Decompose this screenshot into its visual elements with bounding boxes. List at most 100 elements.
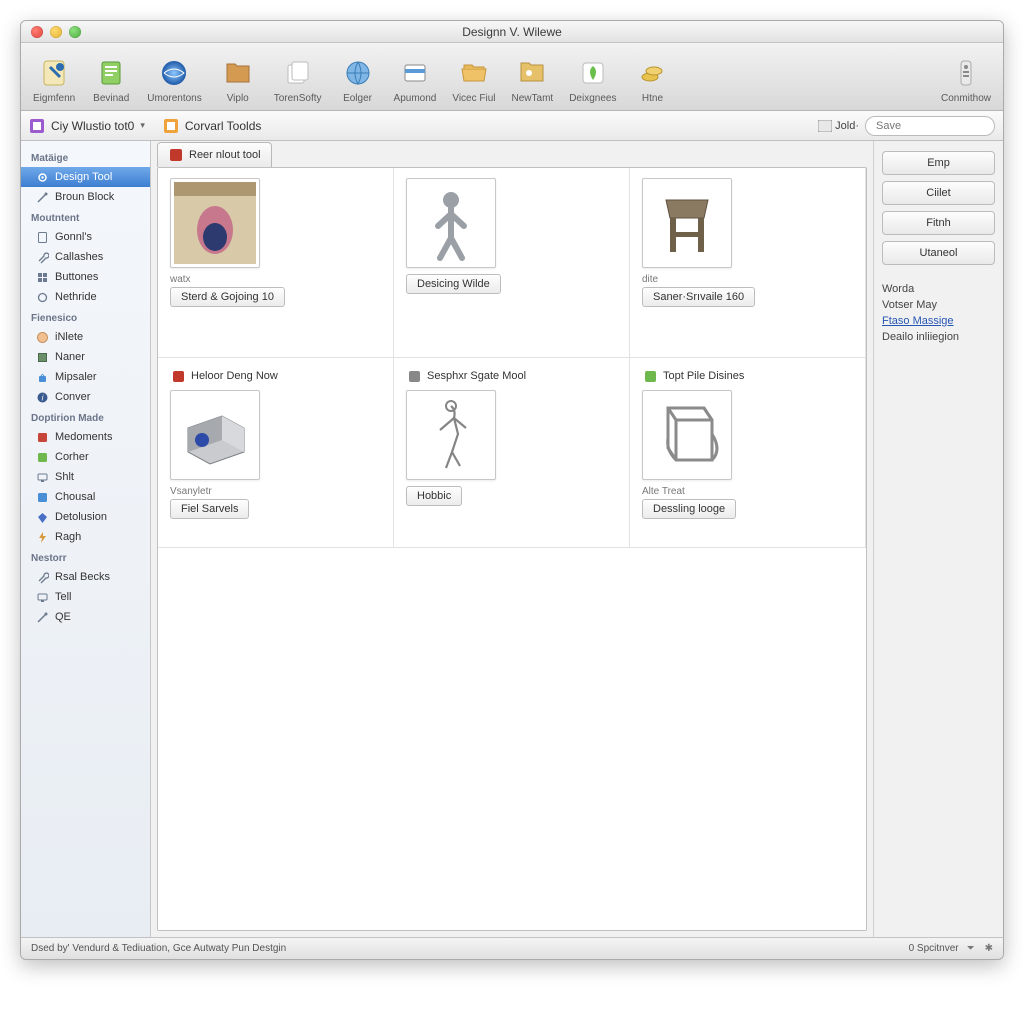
- bullet-icon: [642, 368, 658, 384]
- preset-icon: [29, 118, 45, 134]
- filter-icon[interactable]: ⏷: [967, 943, 975, 954]
- tools-icon: [163, 118, 179, 134]
- toolbar-eigmfenn[interactable]: Eigmfenn: [27, 53, 81, 108]
- pages-icon: [280, 55, 316, 91]
- toolbar-newtamt[interactable]: NewTamt: [506, 53, 560, 108]
- sidebar-item-medoments[interactable]: Medoments: [21, 427, 150, 447]
- tools-label[interactable]: Corvarl Toolds: [185, 119, 261, 133]
- app-window: Designn V. Wilewe EigmfennBevinadUmorent…: [20, 20, 1004, 960]
- sidebar-item-inlete[interactable]: iNlete: [21, 327, 150, 347]
- cog-icon: [35, 290, 49, 304]
- grid-cell: Desicing Wilde: [394, 168, 630, 358]
- grid-cell: watx Sterd & Gojoing 10: [158, 168, 394, 358]
- sidebar: MatäigeDesign ToolBroun BlockMoutntentGo…: [21, 141, 151, 937]
- toolbar-conmithow[interactable]: Conmithow: [935, 53, 997, 108]
- settings-icon[interactable]: ✱: [985, 943, 993, 954]
- grid-cell: Sesphxr Sgate MoolHobbic: [394, 358, 630, 548]
- sidebar-item-buttones[interactable]: Buttones: [21, 267, 150, 287]
- toolbar-htne[interactable]: Htne: [626, 53, 678, 108]
- sidebar-item-tell[interactable]: Tell: [21, 587, 150, 607]
- toolbar-apumond[interactable]: Apumond: [388, 53, 443, 108]
- chevron-down-icon[interactable]: ▾: [140, 120, 145, 131]
- sidebar-item-label: Nethride: [55, 291, 97, 303]
- coins-icon: [634, 55, 670, 91]
- cell-action-button[interactable]: Dessling looge: [642, 499, 736, 519]
- sidebar-item-naner[interactable]: Naner: [21, 347, 150, 367]
- search-input[interactable]: [865, 116, 995, 136]
- sidebar-item-ragh[interactable]: Ragh: [21, 527, 150, 547]
- cell-action-button[interactable]: Fiel Sarvels: [170, 499, 249, 519]
- globe-blue-icon: [156, 55, 192, 91]
- zoom-window-button[interactable]: [69, 26, 81, 38]
- folder-img-icon: [514, 55, 550, 91]
- cell-action-button[interactable]: Sterd & Gojoing 10: [170, 287, 285, 307]
- toolbar-eolger[interactable]: Eolger: [332, 53, 384, 108]
- bullet-icon: [406, 368, 422, 384]
- screen-icon: [35, 470, 49, 484]
- bullet-icon: [170, 368, 186, 384]
- status-left: Dsed by' Vendurd & Tediuation, Gce Autwa…: [31, 943, 286, 954]
- sidebar-item-label: Naner: [55, 351, 85, 363]
- close-window-button[interactable]: [31, 26, 43, 38]
- thumbnail[interactable]: [406, 178, 496, 268]
- bolt-icon: [35, 530, 49, 544]
- sidebar-item-design-tool[interactable]: Design Tool: [21, 167, 150, 187]
- preset-label[interactable]: Ciy Wlustio tot0: [51, 119, 134, 133]
- sidebar-item-rsal-becks[interactable]: Rsal Becks: [21, 567, 150, 587]
- sidebar-item-label: Chousal: [55, 491, 95, 503]
- sidebar-item-chousal[interactable]: Chousal: [21, 487, 150, 507]
- grid-icon: [35, 270, 49, 284]
- cell-action-button[interactable]: Desicing Wilde: [406, 274, 501, 294]
- status-right: 0 Spcitnver: [909, 943, 959, 954]
- cell-action-button[interactable]: Hobbic: [406, 486, 462, 506]
- sidebar-item-label: Medoments: [55, 431, 112, 443]
- remote-icon: [948, 55, 984, 91]
- sidebar-item-broun-block[interactable]: Broun Block: [21, 187, 150, 207]
- toolbar-viplo[interactable]: Viplo: [212, 53, 264, 108]
- sidebar-item-mipsaler[interactable]: Mipsaler: [21, 367, 150, 387]
- cell-subtitle: dite: [642, 274, 853, 285]
- tab-icon: [168, 147, 184, 163]
- cell-action-button[interactable]: Saner·Srıvaile 160: [642, 287, 755, 307]
- card-icon: [397, 55, 433, 91]
- thumbnail[interactable]: [170, 390, 260, 480]
- toolbar-torensofty[interactable]: TorenSofty: [268, 53, 328, 108]
- sidebar-item-detolusion[interactable]: Detolusion: [21, 507, 150, 527]
- right-info: WordaVotser MayFtaso MassigeDeailo inlii…: [882, 281, 995, 345]
- right-button-ciilet[interactable]: Ciilet: [882, 181, 995, 205]
- traffic-lights: [21, 26, 81, 38]
- content-grid: watx Sterd & Gojoing 10 Desicing Wilde dite…: [158, 168, 866, 548]
- toolbar-bevinad[interactable]: Bevinad: [85, 53, 137, 108]
- thumbnail[interactable]: [170, 178, 260, 268]
- info-icon: i: [35, 390, 49, 404]
- minimize-window-button[interactable]: [50, 26, 62, 38]
- sidebar-item-qe[interactable]: QE: [21, 607, 150, 627]
- sidebar-item-conver[interactable]: iConver: [21, 387, 150, 407]
- tab-reer-nlout-tool[interactable]: Reer nlout tool: [157, 142, 272, 167]
- titlebar: Designn V. Wilewe: [21, 21, 1003, 43]
- toolbar-umorentons[interactable]: Umorentons: [141, 53, 207, 108]
- gem-icon: [35, 510, 49, 524]
- sidebar-item-gonnls[interactable]: Gonnl's: [21, 227, 150, 247]
- cell-subtitle: watx: [170, 274, 381, 285]
- right-button-fitnh[interactable]: Fitnh: [882, 211, 995, 235]
- sidebar-item-corher[interactable]: Corher: [21, 447, 150, 467]
- sidebar-item-callashes[interactable]: Callashes: [21, 247, 150, 267]
- doc-icon: [35, 230, 49, 244]
- sidebar-item-nethride[interactable]: Nethride: [21, 287, 150, 307]
- right-button-emp[interactable]: Emp: [882, 151, 995, 175]
- sidebar-item-label: QE: [55, 611, 71, 623]
- sidebar-item-shlt[interactable]: Shlt: [21, 467, 150, 487]
- jod-toggle[interactable]: Jold·: [817, 118, 859, 134]
- toolbar-deixgnees[interactable]: Deixgnees: [563, 53, 622, 108]
- bag-icon: [35, 370, 49, 384]
- thumbnail[interactable]: [642, 178, 732, 268]
- right-button-utaneol[interactable]: Utaneol: [882, 241, 995, 265]
- wand-icon: [35, 190, 49, 204]
- toolbar-vicecfiul[interactable]: Vicec Fiul: [446, 53, 501, 108]
- thumbnail[interactable]: [406, 390, 496, 480]
- main-toolbar: EigmfennBevinadUmorentonsViploTorenSofty…: [21, 43, 1003, 111]
- info-link[interactable]: Ftaso Massige: [882, 315, 954, 327]
- wand-icon: [35, 610, 49, 624]
- thumbnail[interactable]: [642, 390, 732, 480]
